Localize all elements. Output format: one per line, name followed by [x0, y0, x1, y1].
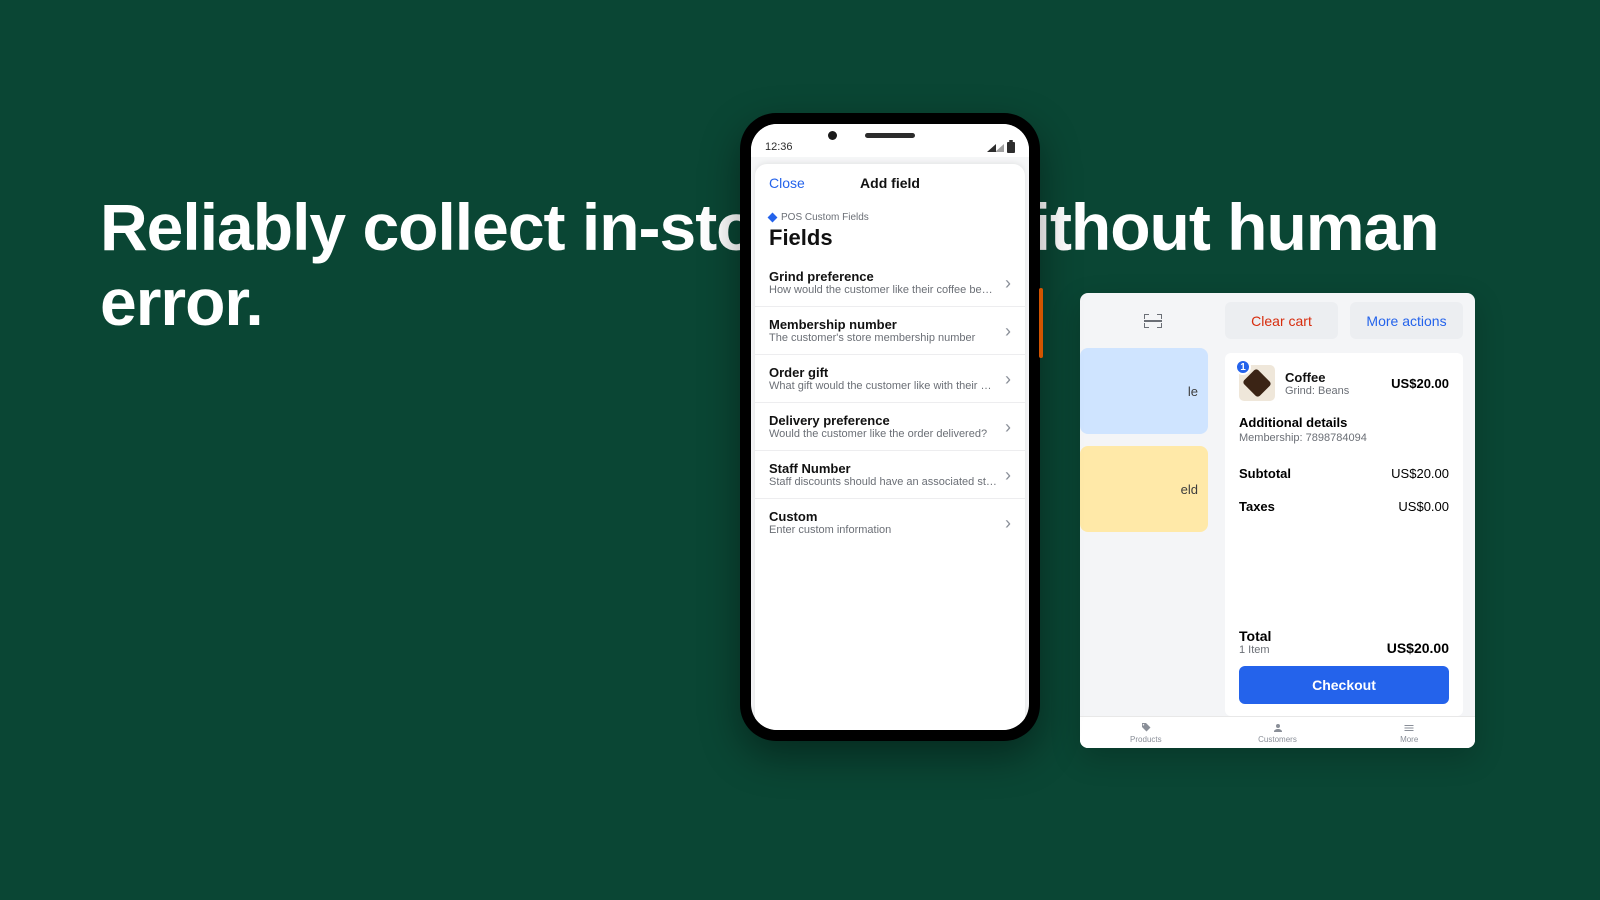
field-row[interactable]: Membership numberThe customer's store me… — [755, 307, 1025, 355]
checkout-button[interactable]: Checkout — [1239, 666, 1449, 704]
status-time: 12:36 — [765, 141, 793, 153]
taxes-row: Taxes US$0.00 — [1239, 499, 1449, 514]
subtotal-label: Subtotal — [1239, 466, 1291, 481]
chevron-right-icon: › — [1005, 514, 1011, 532]
tablet-tabbar: Products Customers More — [1080, 716, 1475, 748]
field-name: Order gift — [769, 365, 997, 380]
add-field-sheet: Close Add field POS Custom Fields Fields… — [755, 164, 1025, 730]
product-tile[interactable]: eld — [1080, 446, 1208, 532]
tab-label: More — [1400, 735, 1418, 744]
taxes-label: Taxes — [1239, 499, 1275, 514]
breadcrumb: POS Custom Fields — [755, 202, 1025, 223]
phone-frame: 12:36 Close Add field POS Custom Fields … — [740, 113, 1040, 741]
quantity-badge: 1 — [1235, 359, 1251, 375]
breadcrumb-icon — [768, 213, 778, 223]
field-name: Custom — [769, 509, 997, 524]
power-button-accent — [1039, 288, 1043, 358]
phone-screen: 12:36 Close Add field POS Custom Fields … — [751, 124, 1029, 730]
cart-item-name: Coffee — [1285, 370, 1381, 385]
scan-button[interactable] — [1080, 293, 1225, 348]
chevron-right-icon: › — [1005, 418, 1011, 436]
cart-panel: 1 Coffee Grind: Beans US$20.00 Additiona… — [1225, 353, 1463, 716]
breadcrumb-label: POS Custom Fields — [781, 212, 869, 223]
home-indicator — [835, 730, 945, 734]
tab-label: Products — [1130, 735, 1162, 744]
phone-camera — [828, 131, 837, 140]
chevron-right-icon: › — [1005, 370, 1011, 388]
total-value: US$20.00 — [1387, 640, 1449, 656]
subtotal-value: US$20.00 — [1391, 466, 1449, 481]
signal-secondary-icon — [995, 144, 1004, 152]
tab-customers[interactable]: Customers — [1212, 717, 1344, 748]
tab-label: Customers — [1258, 735, 1297, 744]
chevron-right-icon: › — [1005, 274, 1011, 292]
tab-products[interactable]: Products — [1080, 717, 1212, 748]
field-row[interactable]: Staff NumberStaff discounts should have … — [755, 451, 1025, 499]
tab-more[interactable]: More — [1343, 717, 1475, 748]
person-icon — [1272, 722, 1284, 734]
total-label: Total — [1239, 628, 1271, 644]
phone-speaker — [865, 133, 915, 138]
tag-icon — [1140, 722, 1152, 734]
field-row[interactable]: Delivery preferenceWould the customer li… — [755, 403, 1025, 451]
field-row[interactable]: Order giftWhat gift would the customer l… — [755, 355, 1025, 403]
cart-item-price: US$20.00 — [1391, 376, 1449, 391]
tile-grid-peek: le eld — [1080, 348, 1225, 544]
field-description: How would the customer like their coffee… — [769, 284, 997, 296]
taxes-value: US$0.00 — [1398, 499, 1449, 514]
field-description: Would the customer like the order delive… — [769, 428, 997, 440]
additional-details-heading: Additional details — [1239, 415, 1449, 430]
field-name: Delivery preference — [769, 413, 997, 428]
menu-icon — [1403, 722, 1415, 734]
field-description: The customer's store membership number — [769, 332, 997, 344]
subtotal-row: Subtotal US$20.00 — [1239, 466, 1449, 481]
pos-tablet: Clear cart More actions le eld 1 Coffee … — [1080, 293, 1475, 748]
status-bar: 12:36 — [751, 124, 1029, 157]
field-name: Membership number — [769, 317, 997, 332]
cart-item-variant: Grind: Beans — [1285, 385, 1381, 397]
cart-line-item[interactable]: 1 Coffee Grind: Beans US$20.00 — [1239, 365, 1449, 401]
field-name: Grind preference — [769, 269, 997, 284]
additional-details-value: Membership: 7898784094 — [1239, 432, 1449, 444]
product-tile[interactable]: le — [1080, 348, 1208, 434]
sheet-header: Close Add field — [755, 164, 1025, 202]
sheet-title: Add field — [860, 175, 920, 191]
field-description: What gift would the customer like with t… — [769, 380, 997, 392]
clear-cart-button[interactable]: Clear cart — [1225, 302, 1338, 339]
total-row: Total 1 Item US$20.00 — [1239, 628, 1449, 656]
more-actions-button[interactable]: More actions — [1350, 302, 1463, 339]
page-title: Fields — [755, 223, 1025, 259]
field-name: Staff Number — [769, 461, 997, 476]
field-row[interactable]: CustomEnter custom information › — [755, 499, 1025, 546]
barcode-scan-icon — [1144, 314, 1162, 328]
field-row[interactable]: Grind preferenceHow would the customer l… — [755, 259, 1025, 307]
field-description: Staff discounts should have an associate… — [769, 476, 997, 488]
chevron-right-icon: › — [1005, 466, 1011, 484]
tablet-toolbar: Clear cart More actions — [1080, 293, 1475, 348]
close-button[interactable]: Close — [769, 175, 805, 191]
chevron-right-icon: › — [1005, 322, 1011, 340]
total-item-count: 1 Item — [1239, 644, 1271, 656]
field-description: Enter custom information — [769, 524, 997, 536]
battery-icon — [1007, 142, 1015, 153]
